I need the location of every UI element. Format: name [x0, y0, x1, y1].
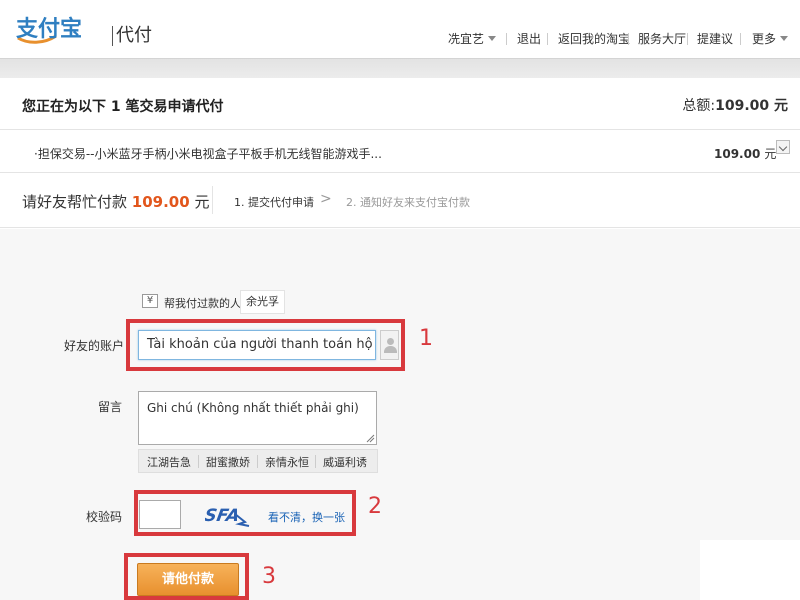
- user-menu[interactable]: 冼宜艺: [448, 31, 497, 47]
- quick-note-bar: 江湖告急 甜蜜撒娇 亲情永恒 威逼利诱: [138, 449, 378, 473]
- nav-divider: [687, 33, 688, 45]
- step-currency: 元: [194, 193, 210, 211]
- yuan-icon: ¥: [142, 294, 158, 308]
- quick-note-divider: [315, 455, 316, 468]
- item-price-value: 109.00: [714, 147, 761, 161]
- resize-handle-icon[interactable]: [366, 434, 375, 443]
- note-textarea[interactable]: Ghi chú (Không nhất thiết phải ghi): [138, 391, 377, 445]
- total-value: 109.00 元: [715, 98, 788, 114]
- header: 支付宝 代付 冼宜艺 退出 返回我的淘宝 服务大厅 提建议 更多: [0, 0, 800, 58]
- blank-corner: [700, 540, 800, 600]
- item-name[interactable]: ·担保交易--小米蓝牙手柄小米电视盒子平板手机无线智能游戏手...: [34, 145, 382, 162]
- previous-payer-name[interactable]: 余光孚: [240, 290, 285, 314]
- annotation-box: [126, 319, 405, 371]
- order-item-row: ·担保交易--小米蓝牙手柄小米电视盒子平板手机无线智能游戏手... 109.00…: [0, 131, 800, 173]
- quick-note[interactable]: 江湖告急: [147, 454, 191, 470]
- annotation-number: 3: [262, 564, 276, 589]
- more-menu[interactable]: 更多: [752, 31, 789, 47]
- nav-divider: [506, 33, 507, 45]
- nav-divider: [740, 33, 741, 45]
- step-divider: [212, 186, 213, 214]
- annotation-number: 2: [368, 494, 382, 519]
- quick-note[interactable]: 威逼利诱: [323, 454, 367, 470]
- nav-divider: [547, 33, 548, 45]
- nav-divider: [628, 33, 629, 45]
- chevron-down-icon: [488, 36, 497, 41]
- service-hall-link[interactable]: 服务大厅: [638, 31, 686, 47]
- summary-title: 您正在为以下 1 笔交易申请代付: [22, 99, 224, 115]
- more-label: 更多: [752, 32, 777, 46]
- step-2: 2. 通知好友来支付宝付款: [346, 196, 470, 209]
- previous-payer-label: 帮我付过款的人:: [164, 297, 245, 310]
- back-taobao-link[interactable]: 返回我的淘宝: [558, 31, 630, 47]
- logout-link[interactable]: 退出: [517, 31, 541, 47]
- captcha-label: 校验码: [86, 510, 123, 524]
- quick-note[interactable]: 甜蜜撒娇: [206, 454, 250, 470]
- item-price-unit: 元: [764, 147, 777, 161]
- note-label: 留言: [98, 400, 123, 414]
- chevron-down-icon: [780, 36, 789, 41]
- quick-note-divider: [257, 455, 258, 468]
- quick-note[interactable]: 亲情永恒: [265, 454, 309, 470]
- expand-toggle-icon[interactable]: [776, 140, 790, 154]
- step-amount: 109.00: [131, 193, 190, 211]
- item-price: 109.00 元: [714, 145, 776, 162]
- annotation-box: [124, 553, 249, 600]
- step-bar: 请好友帮忙付款 109.00 元 1. 提交代付申请 > 2. 通知好友来支付宝…: [0, 174, 800, 228]
- annotation-box: [134, 490, 356, 536]
- summary-row: 您正在为以下 1 笔交易申请代付 总额:109.00 元: [0, 78, 800, 130]
- step-1: 1. 提交代付申请: [234, 196, 314, 209]
- user-name: 冼宜艺: [448, 32, 485, 46]
- step-title-text: 请好友帮忙付款: [22, 193, 128, 211]
- quick-note-divider: [198, 455, 199, 468]
- step-title: 请好友帮忙付款 109.00 元: [22, 191, 209, 212]
- total-label: 总额:: [682, 98, 716, 114]
- feedback-link[interactable]: 提建议: [697, 31, 733, 47]
- top-nav: 冼宜艺 退出 返回我的淘宝 服务大厅 提建议 更多: [0, 31, 800, 47]
- annotation-number: 1: [419, 326, 433, 351]
- summary-total: 总额:109.00 元: [682, 95, 788, 115]
- header-divider-bar: [0, 58, 800, 78]
- step-arrow-icon: >: [320, 191, 332, 207]
- account-label: 好友的账户: [64, 339, 125, 353]
